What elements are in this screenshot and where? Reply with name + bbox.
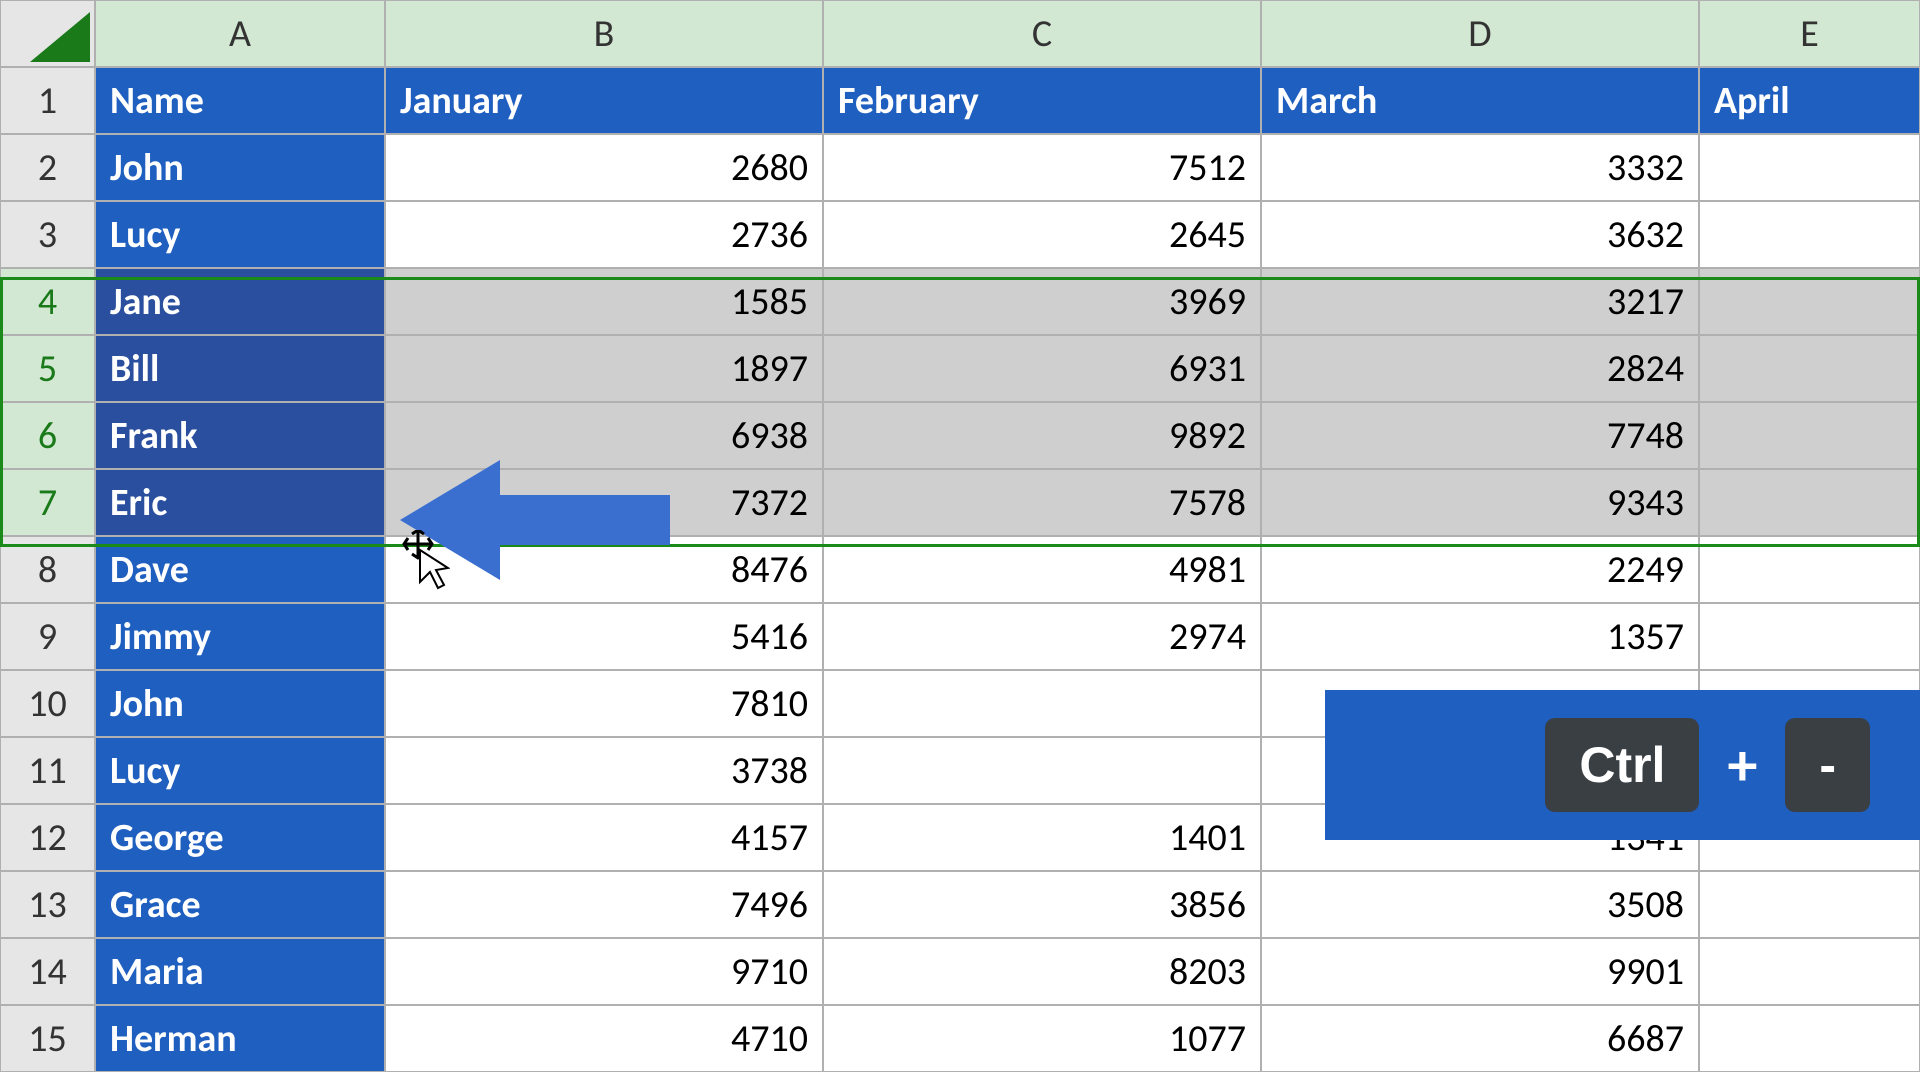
cell-A7[interactable]: Eric	[95, 469, 385, 536]
row-header-6[interactable]: 6	[0, 402, 95, 469]
select-all-corner[interactable]	[0, 0, 95, 67]
cell-A13[interactable]: Grace	[95, 871, 385, 938]
cell-D7[interactable]: 9343	[1261, 469, 1699, 536]
cell-C6[interactable]: 9892	[823, 402, 1261, 469]
shortcut-hint: Ctrl + -	[1325, 690, 1920, 840]
cell-B2[interactable]: 2680	[385, 134, 823, 201]
cell-E5[interactable]	[1699, 335, 1920, 402]
col-header-E[interactable]: E	[1699, 0, 1920, 67]
spreadsheet-grid[interactable]: A B C D E 1 Name January February March …	[0, 0, 1920, 1072]
cell-A8[interactable]: Dave	[95, 536, 385, 603]
cell-C7[interactable]: 7578	[823, 469, 1261, 536]
cell-D8[interactable]: 2249	[1261, 536, 1699, 603]
row-header-11[interactable]: 11	[0, 737, 95, 804]
cell-B13[interactable]: 7496	[385, 871, 823, 938]
cell-E7[interactable]	[1699, 469, 1920, 536]
cell-B1[interactable]: January	[385, 67, 823, 134]
row-header-3[interactable]: 3	[0, 201, 95, 268]
cell-E3[interactable]	[1699, 201, 1920, 268]
cell-D5[interactable]: 2824	[1261, 335, 1699, 402]
cell-A6[interactable]: Frank	[95, 402, 385, 469]
cell-D1[interactable]: March	[1261, 67, 1699, 134]
row-header-15[interactable]: 15	[0, 1005, 95, 1072]
cell-C9[interactable]: 2974	[823, 603, 1261, 670]
row-header-7[interactable]: 7	[0, 469, 95, 536]
cell-E6[interactable]	[1699, 402, 1920, 469]
cell-E15[interactable]	[1699, 1005, 1920, 1072]
cell-D15[interactable]: 6687	[1261, 1005, 1699, 1072]
row-header-14[interactable]: 14	[0, 938, 95, 1005]
cell-C11[interactable]	[823, 737, 1261, 804]
cell-A11[interactable]: Lucy	[95, 737, 385, 804]
cell-A14[interactable]: Maria	[95, 938, 385, 1005]
cell-B6[interactable]: 6938	[385, 402, 823, 469]
cell-C1[interactable]: February	[823, 67, 1261, 134]
cell-A2[interactable]: John	[95, 134, 385, 201]
cell-E8[interactable]	[1699, 536, 1920, 603]
row-header-9[interactable]: 9	[0, 603, 95, 670]
row-header-5[interactable]: 5	[0, 335, 95, 402]
cell-C13[interactable]: 3856	[823, 871, 1261, 938]
row-header-13[interactable]: 13	[0, 871, 95, 938]
cell-C4[interactable]: 3969	[823, 268, 1261, 335]
cell-D2[interactable]: 3332	[1261, 134, 1699, 201]
key-ctrl: Ctrl	[1545, 718, 1699, 812]
cell-E4[interactable]	[1699, 268, 1920, 335]
row-header-2[interactable]: 2	[0, 134, 95, 201]
col-header-D[interactable]: D	[1261, 0, 1699, 67]
cell-C14[interactable]: 8203	[823, 938, 1261, 1005]
cell-D3[interactable]: 3632	[1261, 201, 1699, 268]
cell-A12[interactable]: George	[95, 804, 385, 871]
cell-A15[interactable]: Herman	[95, 1005, 385, 1072]
cell-C8[interactable]: 4981	[823, 536, 1261, 603]
cell-A5[interactable]: Bill	[95, 335, 385, 402]
row-header-10[interactable]: 10	[0, 670, 95, 737]
cell-B15[interactable]: 4710	[385, 1005, 823, 1072]
cell-A9[interactable]: Jimmy	[95, 603, 385, 670]
cell-B7[interactable]: 7372	[385, 469, 823, 536]
col-header-C[interactable]: C	[823, 0, 1261, 67]
cell-D14[interactable]: 9901	[1261, 938, 1699, 1005]
cell-B10[interactable]: 7810	[385, 670, 823, 737]
cell-E2[interactable]	[1699, 134, 1920, 201]
cell-B11[interactable]: 3738	[385, 737, 823, 804]
cell-A3[interactable]: Lucy	[95, 201, 385, 268]
row-header-4[interactable]: 4	[0, 268, 95, 335]
cell-A10[interactable]: John	[95, 670, 385, 737]
row-header-8[interactable]: 8	[0, 536, 95, 603]
cell-B8[interactable]: 8476	[385, 536, 823, 603]
cell-E9[interactable]	[1699, 603, 1920, 670]
cell-D13[interactable]: 3508	[1261, 871, 1699, 938]
cell-D4[interactable]: 3217	[1261, 268, 1699, 335]
cell-C5[interactable]: 6931	[823, 335, 1261, 402]
cell-B9[interactable]: 5416	[385, 603, 823, 670]
cell-A4[interactable]: Jane	[95, 268, 385, 335]
cell-C15[interactable]: 1077	[823, 1005, 1261, 1072]
cell-B14[interactable]: 9710	[385, 938, 823, 1005]
cell-C10[interactable]	[823, 670, 1261, 737]
cell-C12[interactable]: 1401	[823, 804, 1261, 871]
cell-B5[interactable]: 1897	[385, 335, 823, 402]
cell-E13[interactable]	[1699, 871, 1920, 938]
col-header-B[interactable]: B	[385, 0, 823, 67]
cell-B4[interactable]: 1585	[385, 268, 823, 335]
cell-E14[interactable]	[1699, 938, 1920, 1005]
cell-B3[interactable]: 2736	[385, 201, 823, 268]
cell-E1[interactable]: April	[1699, 67, 1920, 134]
key-minus: -	[1785, 718, 1870, 812]
row-header-12[interactable]: 12	[0, 804, 95, 871]
cell-B12[interactable]: 4157	[385, 804, 823, 871]
cell-C3[interactable]: 2645	[823, 201, 1261, 268]
cell-D6[interactable]: 7748	[1261, 402, 1699, 469]
col-header-A[interactable]: A	[95, 0, 385, 67]
plus-icon: +	[1727, 729, 1757, 802]
cell-D9[interactable]: 1357	[1261, 603, 1699, 670]
row-header-1[interactable]: 1	[0, 67, 95, 134]
cell-C2[interactable]: 7512	[823, 134, 1261, 201]
cell-A1[interactable]: Name	[95, 67, 385, 134]
